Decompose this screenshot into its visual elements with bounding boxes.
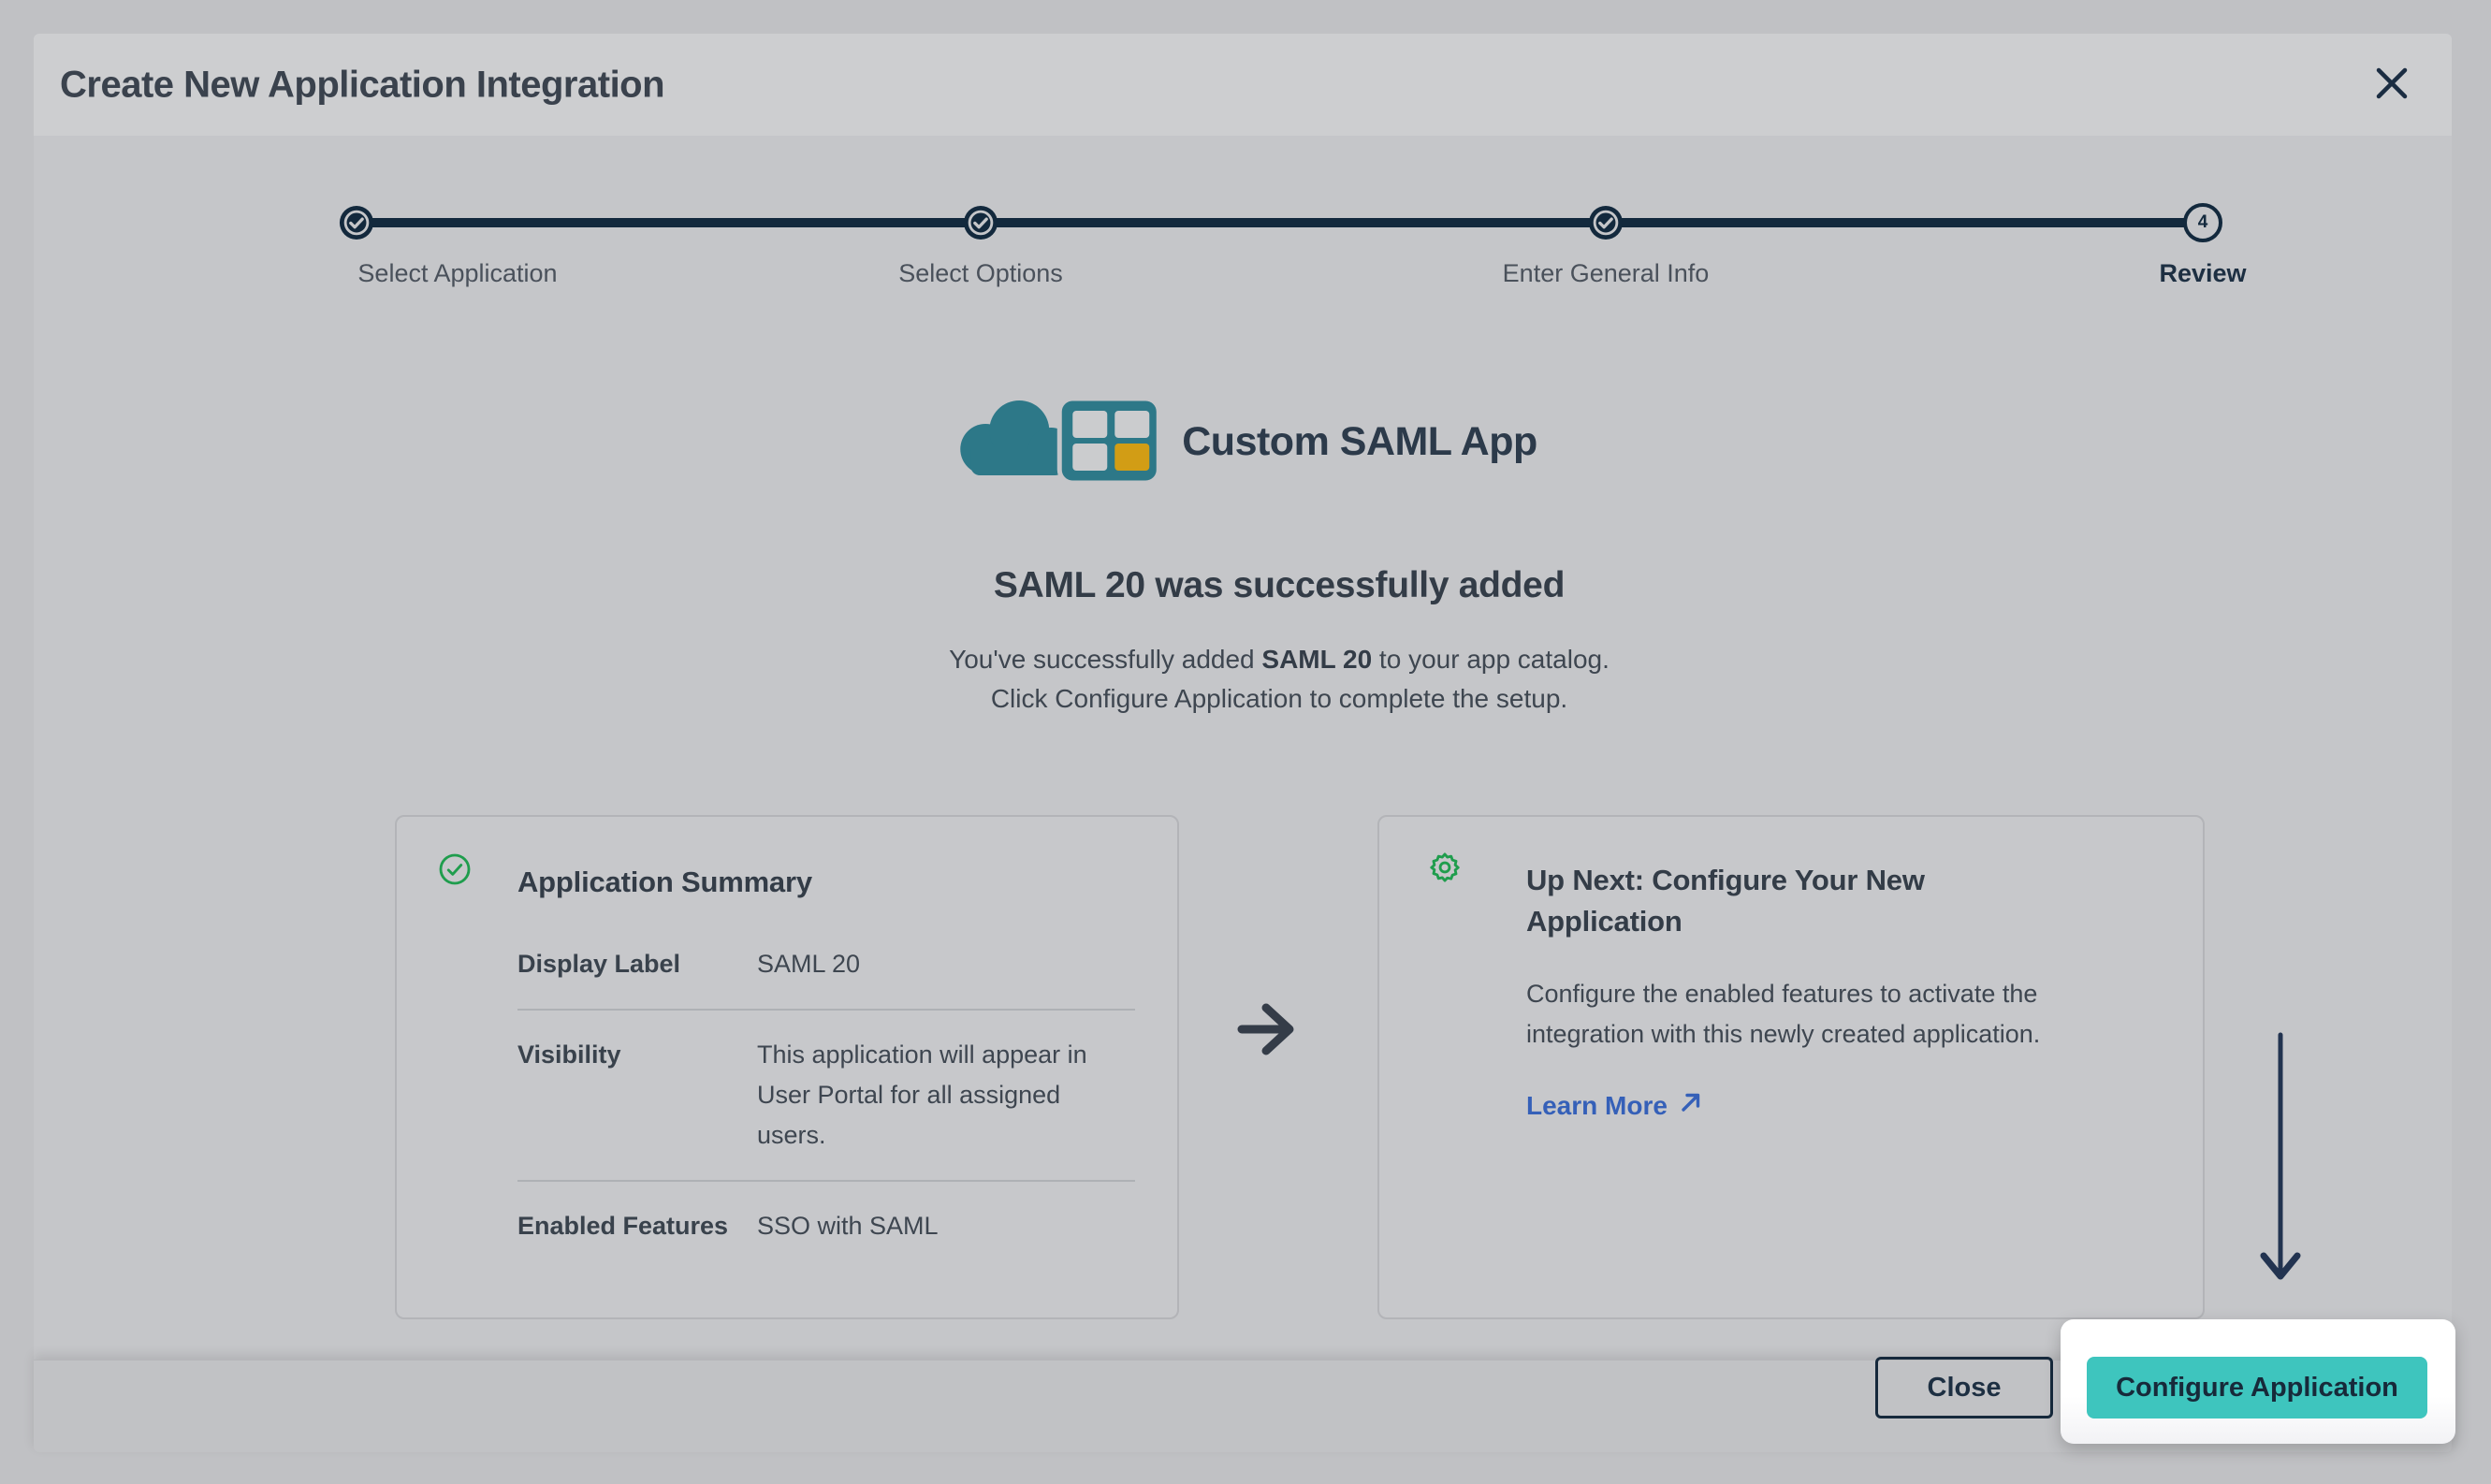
success-line2: Click Configure Application to complete …	[991, 684, 1567, 713]
row-label: Display Label	[517, 944, 757, 984]
stepper-step-review: 4 Review	[2006, 205, 2399, 288]
stepper-step-enter-general-info: Enter General Info	[1409, 205, 1802, 288]
row-value: SSO with SAML	[757, 1206, 1135, 1246]
summary-row-enabled-features: Enabled Features SSO with SAML	[517, 1180, 1135, 1271]
up-next-card-title: Up Next: Configure Your New Application	[1526, 860, 2050, 942]
learn-more-label: Learn More	[1526, 1091, 1668, 1121]
spotlight-highlight: Configure Application	[2061, 1319, 2455, 1444]
row-value: This application will appear in User Por…	[757, 1035, 1131, 1156]
stepper-step-select-options: Select Options	[784, 205, 1177, 288]
wizard-stepper: Select Application Select Options	[34, 34, 2491, 314]
step-label: Select Options	[898, 259, 1063, 288]
close-button-footer[interactable]: Close	[1875, 1357, 2053, 1419]
learn-more-link[interactable]: Learn More	[1526, 1090, 1703, 1121]
app-logo-text: Custom SAML App	[1182, 419, 1537, 465]
step-completed-check-icon	[963, 205, 998, 240]
create-app-integration-modal: Create New Application Integration Sele	[34, 34, 2452, 1452]
stepper-progress-line	[357, 218, 2203, 227]
summary-row-visibility: Visibility This application will appear …	[517, 1009, 1135, 1180]
application-summary-card: Application Summary Display Label SAML 2…	[395, 815, 1179, 1319]
external-link-arrow-icon	[1679, 1090, 1703, 1121]
step-label: Enter General Info	[1503, 259, 1710, 288]
screen: Create New Application Integration Sele	[0, 0, 2491, 1484]
summary-card-title: Application Summary	[517, 862, 1140, 903]
row-label: Visibility	[517, 1035, 757, 1156]
summary-row-display-label: Display Label SAML 20	[517, 929, 1135, 1009]
custom-saml-app-logo: Custom SAML App	[948, 393, 1537, 491]
row-label: Enabled Features	[517, 1206, 757, 1246]
step-current-number-badge: 4	[2183, 203, 2222, 242]
down-arrow-annotation-icon	[2260, 1031, 2301, 1303]
check-circle-icon	[438, 852, 472, 891]
success-heading: SAML 20 was successfully added	[34, 565, 2491, 606]
up-next-card: Up Next: Configure Your New Application …	[1377, 815, 2205, 1319]
gear-icon	[1428, 851, 1462, 889]
step-completed-check-icon	[1588, 205, 1624, 240]
stepper-step-select-application: Select Application	[160, 205, 553, 288]
summary-rows: Display Label SAML 20 Visibility This ap…	[517, 929, 1135, 1271]
step-completed-check-icon	[339, 205, 374, 240]
configure-application-button[interactable]: Configure Application	[2087, 1357, 2427, 1419]
success-description: You've successfully added SAML 20 to you…	[34, 640, 2491, 719]
cloud-grid-app-icon	[948, 393, 1163, 491]
success-line1-app-name: SAML 20	[1261, 645, 1372, 674]
success-line1-suffix: to your app catalog.	[1372, 645, 1610, 674]
up-next-card-body: Configure the enabled features to activa…	[1526, 974, 2119, 1055]
row-value: SAML 20	[757, 944, 1135, 984]
step-label: Select Application	[357, 259, 557, 288]
right-arrow-icon	[1237, 1001, 1297, 1062]
step-label: Review	[2159, 259, 2246, 288]
success-line1-prefix: You've successfully added	[949, 645, 1261, 674]
